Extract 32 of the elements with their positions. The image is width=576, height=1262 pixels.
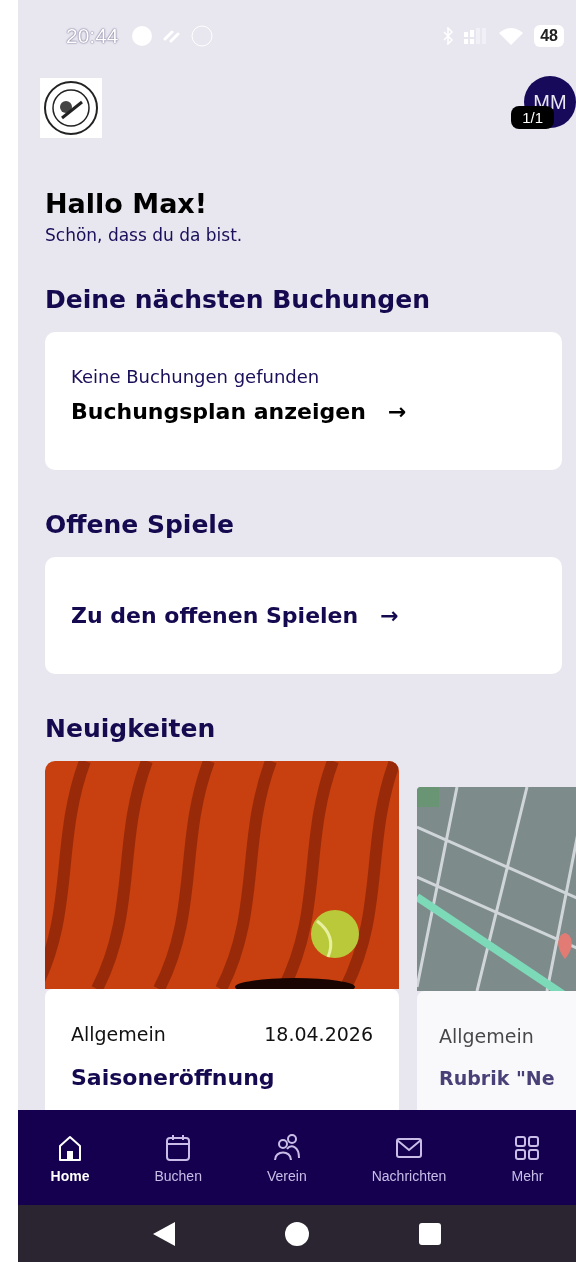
nav-tab[interactable]: Verein — [264, 1127, 309, 1188]
home-button-icon[interactable] — [285, 1221, 309, 1246]
open-games-link[interactable]: Zu den offenen Spielen → — [71, 603, 399, 628]
nav-tab[interactable]: Home — [48, 1127, 92, 1188]
nav-tab[interactable]: Buchen — [152, 1127, 204, 1188]
dot-icon — [130, 25, 153, 47]
greeting-subtitle: Schön, dass du da bist. — [45, 225, 244, 245]
signal-icon — [464, 28, 489, 44]
section-heading: Neuigkeiten — [45, 714, 217, 743]
nav-tab[interactable]: Nachrichten — [369, 1127, 449, 1188]
greeting-title: Hallo Max! — [45, 188, 209, 219]
news-category: Allgemein — [439, 1025, 534, 1047]
news-title: Saisoneröffnung — [71, 1065, 276, 1090]
news-card[interactable]: Allgemein 18.04.2026 Saisoneröffnung — [45, 989, 399, 1110]
clock-time: 20:44 — [66, 24, 119, 48]
schedule-link[interactable]: Buchungsplan anzeigen → — [71, 399, 407, 424]
section-heading: Deine nächsten Buchungen — [45, 285, 432, 314]
back-icon[interactable] — [153, 1221, 175, 1246]
news-category: Allgemein — [71, 1023, 166, 1045]
empty-message: Keine Buchungen gefunden — [71, 366, 321, 387]
recents-icon[interactable] — [419, 1222, 441, 1245]
wifi-icon — [498, 26, 525, 46]
bluetooth-icon — [442, 27, 455, 45]
nav-tab[interactable]: Mehr — [509, 1127, 546, 1188]
news-date: 18.04.2026 — [264, 1023, 373, 1045]
arrow-icon: → — [387, 399, 407, 424]
club-logo — [40, 78, 102, 138]
news-card[interactable]: Allgemein Rubrik "Ne — [417, 991, 576, 1110]
news-title: Rubrik "Ne — [439, 1067, 556, 1089]
arrow-icon: → — [380, 603, 399, 628]
battery-level: 48 — [534, 25, 564, 47]
section-heading: Offene Spiele — [45, 510, 235, 539]
